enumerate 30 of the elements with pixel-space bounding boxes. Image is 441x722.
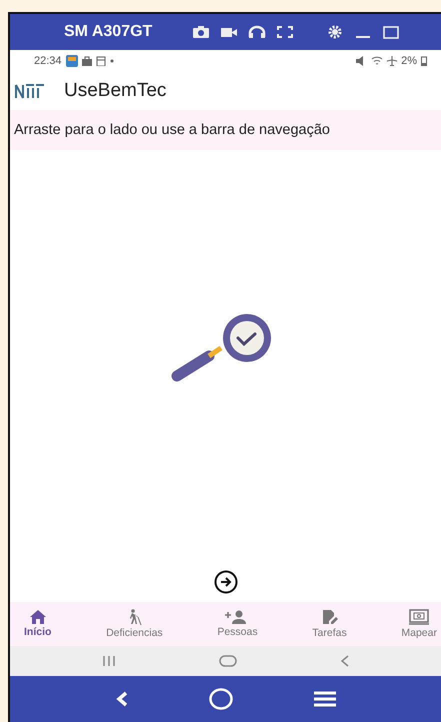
logo-icon [14,83,46,99]
airplane-icon [387,56,398,66]
nav-tab[interactable]: Início [24,602,52,646]
clock-text: 22:34 [34,55,62,67]
fullscreen-icon[interactable] [276,25,294,39]
nav-tab[interactable]: Deficiencias [106,602,163,646]
maximize-icon[interactable] [382,25,400,39]
recent-apps-icon[interactable] [102,656,116,666]
home-icon [30,610,46,624]
wifi-icon [371,56,384,66]
document-edit-icon [322,609,338,625]
camera-icon[interactable] [192,25,210,39]
bag-icon [82,56,92,66]
settings-icon[interactable] [326,25,344,39]
battery-icon [421,56,427,66]
nav-tab[interactable]: Mapear [401,602,437,646]
nav-tab[interactable]: Pessoas [217,602,258,646]
nav-tab[interactable]: Tarefas [312,602,347,646]
battery-percent-text: 2% [401,55,417,67]
calendar-icon [96,56,106,66]
hint-text: Arraste para o lado ou use a barra de navegação [10,110,441,150]
arrow-right-circle-icon[interactable] [214,570,238,594]
app-notification-icon [66,55,78,67]
window-title: SM A307GT [64,23,152,41]
dot-icon [110,59,114,63]
headphones-icon[interactable] [248,25,266,39]
app-title: UseBemTec [64,80,166,102]
menu-icon[interactable] [312,691,336,707]
video-camera-icon[interactable] [220,25,238,39]
monitor-search-icon [409,609,430,625]
